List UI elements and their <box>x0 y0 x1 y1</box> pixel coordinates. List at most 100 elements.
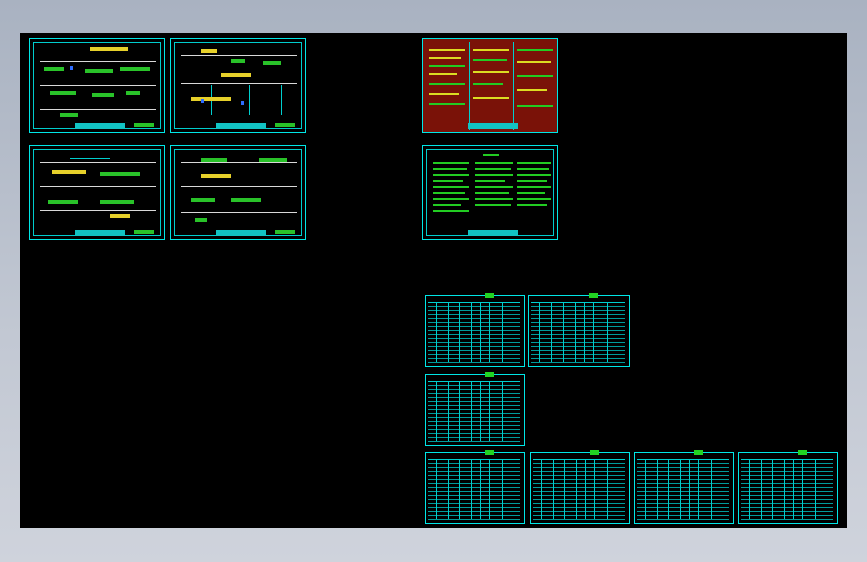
table-row-line <box>637 463 729 464</box>
table-row-line <box>741 503 833 504</box>
table-sheet-6[interactable] <box>634 450 734 524</box>
table-row-line <box>428 413 520 414</box>
table-row-line <box>428 385 520 386</box>
table-row-line <box>741 463 833 464</box>
table-row-line <box>637 475 729 476</box>
table-column-line <box>459 302 460 362</box>
table-row-line <box>741 519 833 520</box>
table-row-line <box>741 487 833 488</box>
table-row-line <box>741 515 833 516</box>
cad-drawing-viewport[interactable] <box>20 33 847 528</box>
table-column-line <box>585 459 586 519</box>
table-row-line <box>531 314 625 315</box>
table-column-line <box>645 459 646 519</box>
table-row-line <box>533 479 625 480</box>
table-column-line <box>680 459 681 519</box>
table-row-line <box>637 519 729 520</box>
table-row-line <box>531 350 625 351</box>
table-row-line <box>533 471 625 472</box>
notes-sheet[interactable] <box>422 145 558 240</box>
section-sheet-3[interactable] <box>29 145 165 240</box>
table-column-line <box>502 381 503 441</box>
table-row-line <box>428 417 520 418</box>
table-row-line <box>428 326 520 327</box>
section-sheet-1[interactable] <box>29 38 165 133</box>
table-row-line <box>637 467 729 468</box>
table-column-line <box>480 459 481 519</box>
table-row-line <box>741 511 833 512</box>
table-column-line <box>657 459 658 519</box>
table-column-line <box>553 459 554 519</box>
table-sheet-4[interactable] <box>425 450 525 524</box>
legend-sheet[interactable] <box>422 38 558 133</box>
table-row-line <box>637 471 729 472</box>
table-column-line <box>539 302 540 362</box>
sheet-tab-marker <box>694 450 703 455</box>
table-row-line <box>637 483 729 484</box>
table-column-line <box>459 459 460 519</box>
table-row-line <box>533 519 625 520</box>
table-row-line <box>637 507 729 508</box>
table-column-line <box>772 459 773 519</box>
table-row-line <box>637 499 729 500</box>
table-row-line <box>428 330 520 331</box>
table-column-line <box>459 381 460 441</box>
table-column-line <box>576 459 577 519</box>
table-row-line <box>637 515 729 516</box>
table-row-line <box>531 362 625 363</box>
table-column-line <box>584 302 585 362</box>
table-column-line <box>480 381 481 441</box>
table-row-line <box>428 433 520 434</box>
table-row-line <box>428 429 520 430</box>
table-row-line <box>741 491 833 492</box>
table-row-line <box>531 354 625 355</box>
table-column-line <box>448 459 449 519</box>
table-row-line <box>428 397 520 398</box>
table-row-line <box>531 330 625 331</box>
sheet-tab-marker <box>485 372 494 377</box>
table-row-line <box>531 346 625 347</box>
table-row-line <box>428 511 520 512</box>
table-column-line <box>471 381 472 441</box>
table-column-line <box>471 302 472 362</box>
table-row-line <box>428 393 520 394</box>
table-header-line <box>531 302 625 303</box>
table-row-line <box>428 358 520 359</box>
table-row-line <box>741 483 833 484</box>
section-sheet-2[interactable] <box>170 38 306 133</box>
table-column-line <box>541 459 542 519</box>
table-row-line <box>428 322 520 323</box>
table-sheet-3[interactable] <box>425 372 525 446</box>
table-sheet-5[interactable] <box>530 450 630 524</box>
table-column-line <box>594 459 595 519</box>
table-column-line <box>802 459 803 519</box>
table-row-line <box>531 322 625 323</box>
table-row-line <box>533 491 625 492</box>
table-header-line <box>428 459 520 460</box>
table-column-line <box>784 459 785 519</box>
table-row-line <box>428 499 520 500</box>
table-row-line <box>531 358 625 359</box>
table-column-line <box>471 459 472 519</box>
table-row-line <box>428 495 520 496</box>
table-row-line <box>741 467 833 468</box>
table-column-line <box>607 302 608 362</box>
table-row-line <box>531 334 625 335</box>
table-column-line <box>607 459 608 519</box>
table-row-line <box>741 507 833 508</box>
section-sheet-4[interactable] <box>170 145 306 240</box>
table-column-line <box>761 459 762 519</box>
table-row-line <box>428 362 520 363</box>
table-sheet-2[interactable] <box>528 293 630 367</box>
table-column-line <box>489 302 490 362</box>
table-row-line <box>428 346 520 347</box>
sheet-tab-marker <box>485 293 494 298</box>
table-column-line <box>489 381 490 441</box>
table-row-line <box>531 318 625 319</box>
table-sheet-7[interactable] <box>738 450 838 524</box>
table-header-line <box>428 302 520 303</box>
table-row-line <box>637 511 729 512</box>
table-row-line <box>637 495 729 496</box>
table-sheet-1[interactable] <box>425 293 525 367</box>
table-column-line <box>489 459 490 519</box>
